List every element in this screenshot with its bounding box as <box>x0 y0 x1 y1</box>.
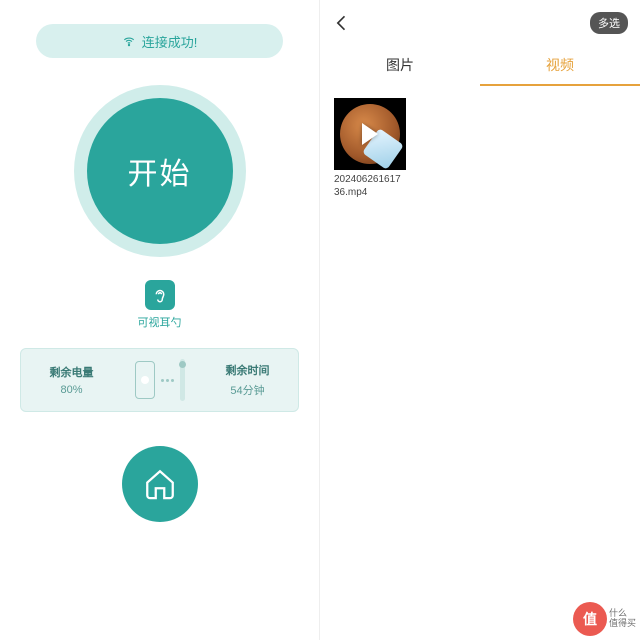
tab-photos[interactable]: 图片 <box>320 46 480 86</box>
time-label: 剩余时间 <box>226 362 270 378</box>
watermark-line2: 值得买 <box>609 619 636 629</box>
connection-status-text: 连接成功! <box>142 32 198 51</box>
media-tabs: 图片 视频 <box>320 46 640 86</box>
main-app-screen: 连接成功! 开始 可视耳勺 剩余电量 80% 剩余时间 54分钟 <box>0 0 320 640</box>
device-diagram <box>135 359 185 401</box>
topbar: 多选 <box>320 0 640 46</box>
start-area: 开始 <box>0 86 319 256</box>
time-value: 54分钟 <box>230 382 264 398</box>
watermark: 值 什么 值得买 <box>573 602 636 636</box>
home-button[interactable] <box>122 446 198 522</box>
battery-value: 80% <box>60 384 82 396</box>
tab-videos[interactable]: 视频 <box>480 46 640 86</box>
time-stat: 剩余时间 54分钟 <box>226 362 270 398</box>
battery-label: 剩余电量 <box>50 364 94 380</box>
home-icon <box>143 467 177 501</box>
watermark-icon: 值 <box>573 602 607 636</box>
app-label: 可视耳勺 <box>138 314 182 330</box>
back-icon[interactable] <box>332 13 352 33</box>
gallery-screen: 多选 图片 视频 20240626161736.mp4 <box>320 0 640 640</box>
play-icon <box>362 123 378 145</box>
app-mark[interactable]: 可视耳勺 <box>0 280 319 330</box>
ear-icon <box>145 280 175 310</box>
battery-stat: 剩余电量 80% <box>50 364 94 396</box>
video-thumbnail[interactable] <box>334 98 406 170</box>
filename-label: 20240626161736.mp4 <box>334 174 406 199</box>
connection-dots <box>161 379 174 382</box>
phone-icon <box>135 361 155 399</box>
start-button[interactable]: 开始 <box>75 86 245 256</box>
list-item[interactable]: 20240626161736.mp4 <box>334 98 406 199</box>
earscope-icon <box>180 359 185 401</box>
start-label: 开始 <box>128 149 192 193</box>
media-grid: 20240626161736.mp4 <box>320 86 640 211</box>
status-card: 剩余电量 80% 剩余时间 54分钟 <box>20 348 299 412</box>
connection-banner: 连接成功! <box>36 24 283 58</box>
multiselect-button[interactable]: 多选 <box>590 12 628 34</box>
wifi-icon <box>122 34 136 48</box>
